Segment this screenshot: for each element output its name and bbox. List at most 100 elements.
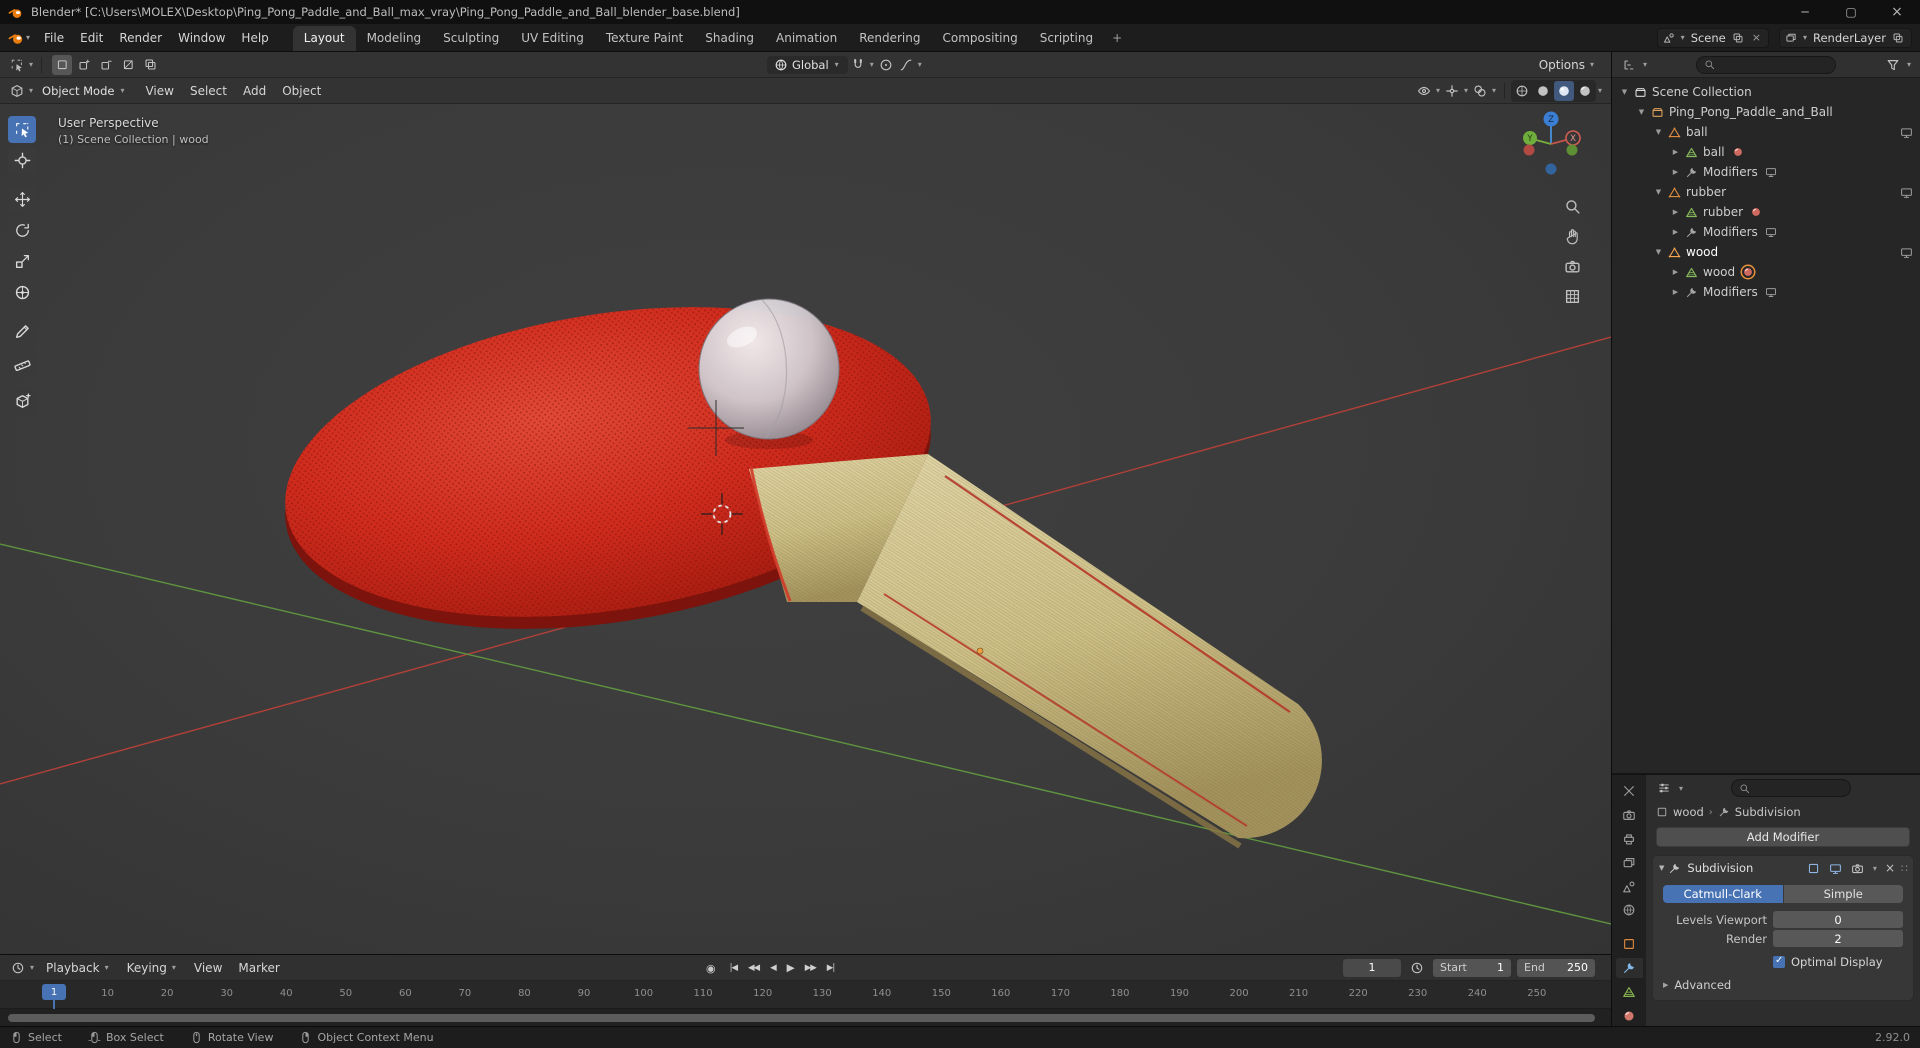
outliner-row-ball[interactable]: ▶ ball <box>1612 142 1920 162</box>
modifier-field-levels-viewport[interactable]: 0 <box>1773 911 1903 928</box>
maximize-button[interactable]: ▢ <box>1828 0 1874 24</box>
unlink-scene-button[interactable]: × <box>1750 31 1763 44</box>
add-workspace-button[interactable]: + <box>1104 26 1130 51</box>
viewport-menu-object[interactable]: Object <box>274 82 329 100</box>
tab-shading[interactable]: Shading <box>694 26 765 51</box>
render-display-toggle[interactable] <box>1849 858 1867 878</box>
outliner-row-ping-pong-paddle-and-ball[interactable]: ▼ Ping_Pong_Paddle_and_Ball <box>1612 102 1920 122</box>
monitor-icon[interactable] <box>1900 126 1913 139</box>
realtime-display-toggle[interactable] <box>1827 858 1845 878</box>
close-button[interactable]: × <box>1874 0 1920 24</box>
modifier-close-button[interactable]: × <box>1883 861 1897 875</box>
expand-arrow-icon[interactable]: ▶ <box>1669 208 1682 216</box>
editor-type-button[interactable] <box>7 81 27 101</box>
tool-cursor[interactable] <box>8 147 36 174</box>
shading-solid[interactable] <box>1533 81 1553 101</box>
outliner-row-wood[interactable]: ▶ wood <box>1612 262 1920 282</box>
shading-material[interactable] <box>1553 80 1574 101</box>
new-scene-button[interactable] <box>1730 32 1746 44</box>
tool-annotate[interactable] <box>8 318 36 345</box>
minimize-button[interactable]: ─ <box>1782 0 1828 24</box>
select-mode-extend[interactable] <box>74 55 94 75</box>
collapse-arrow-icon[interactable]: ▼ <box>1652 128 1665 136</box>
properties-tab-world[interactable] <box>1616 900 1643 921</box>
expand-arrow-icon[interactable]: ▶ <box>1669 168 1682 176</box>
add-modifier-button[interactable]: Add Modifier <box>1656 827 1910 847</box>
optimal-display-checkbox[interactable] <box>1773 955 1785 968</box>
expand-arrow-icon[interactable]: ▶ <box>1669 228 1682 236</box>
outliner-search-input[interactable] <box>1696 55 1836 74</box>
start-frame-field[interactable]: Start 1 <box>1433 958 1511 977</box>
end-frame-field[interactable]: End 250 <box>1517 958 1595 977</box>
properties-tab-tool[interactable] <box>1616 781 1643 802</box>
active-tool-button[interactable] <box>7 55 27 75</box>
outliner-row-ball[interactable]: ▼ ball <box>1612 122 1920 142</box>
properties-tab-render[interactable] <box>1616 805 1643 826</box>
tool-transform[interactable] <box>8 279 36 306</box>
shading-rendered[interactable] <box>1575 81 1595 101</box>
properties-tab-material[interactable] <box>1616 1005 1643 1026</box>
timeline-menu-keying[interactable]: Keying ▾ <box>119 959 186 977</box>
simple-button[interactable]: Simple <box>1783 885 1903 903</box>
properties-search-input[interactable] <box>1731 779 1852 797</box>
monitor-small-icon[interactable] <box>1765 226 1777 238</box>
outliner-row-modifiers[interactable]: ▶ Modifiers <box>1612 222 1920 242</box>
play-button[interactable]: ▶ <box>783 959 798 977</box>
timeline-ruler[interactable]: 1 10 20 30 40 50 60 70 80 90 100 110 120 130 140 150 16… <box>0 981 1611 1009</box>
timeline-menu-view[interactable]: View <box>186 959 230 977</box>
modifier-header[interactable]: ▼ Subdivision ▾ × ∷ <box>1653 856 1913 880</box>
blender-menu-icon[interactable] <box>8 30 24 46</box>
playhead[interactable]: 1 <box>42 984 66 1000</box>
modifier-field-render[interactable]: 2 <box>1773 930 1903 947</box>
tab-compositing[interactable]: Compositing <box>931 26 1028 51</box>
play-reverse-button[interactable]: ◀ <box>766 960 780 976</box>
tool-scale[interactable] <box>8 248 36 275</box>
timeline-editor-button[interactable] <box>8 958 28 978</box>
outliner-row-modifiers[interactable]: ▶ Modifiers <box>1612 162 1920 182</box>
current-frame-field[interactable]: 1 <box>1343 958 1401 977</box>
gizmo-x-neg[interactable] <box>1523 144 1535 156</box>
properties-tab-object[interactable] <box>1616 934 1643 955</box>
select-mode-new[interactable] <box>52 54 73 75</box>
hand-icon[interactable] <box>1564 228 1581 245</box>
collapse-arrow-icon[interactable]: ▼ <box>1659 864 1664 872</box>
shading-dropdown[interactable]: ▾ <box>1598 86 1602 95</box>
proportional-edit-button[interactable] <box>876 55 896 75</box>
catmull-clark-button[interactable]: Catmull-Clark <box>1663 885 1783 903</box>
editmode-display-toggle[interactable] <box>1805 858 1823 878</box>
next-keyframe-button[interactable]: ▶▶ <box>801 960 820 976</box>
zoom-icon[interactable] <box>1564 198 1581 215</box>
grid-icon[interactable] <box>1564 288 1581 305</box>
properties-tab-modifiers[interactable] <box>1615 957 1643 979</box>
collapse-arrow-icon[interactable]: ▼ <box>1618 88 1631 96</box>
properties-tab-view-layer[interactable] <box>1616 852 1643 873</box>
show-overlays-button[interactable] <box>1470 81 1490 101</box>
monitor-icon[interactable] <box>1900 246 1913 259</box>
outliner-row-rubber[interactable]: ▶ rubber <box>1612 202 1920 222</box>
select-mode-intersect[interactable] <box>140 55 160 75</box>
outliner-row-wood[interactable]: ▼ wood <box>1612 242 1920 262</box>
outliner-row-rubber[interactable]: ▼ rubber <box>1612 182 1920 202</box>
tab-uv-editing[interactable]: UV Editing <box>510 26 595 51</box>
drag-handle-icon[interactable]: ∷ <box>1901 862 1908 875</box>
ball[interactable] <box>698 298 840 440</box>
monitor-small-icon[interactable] <box>1765 286 1777 298</box>
visibility-dropdown[interactable] <box>1414 81 1434 101</box>
collapse-arrow-icon[interactable]: ▼ <box>1652 188 1665 196</box>
collapse-arrow-icon[interactable]: ▼ <box>1635 108 1648 116</box>
jump-end-button[interactable]: ▶| <box>823 960 838 976</box>
select-mode-invert[interactable] <box>118 55 138 75</box>
properties-editor-button[interactable] <box>1654 778 1674 798</box>
breadcrumb-modifier[interactable]: Subdivision <box>1735 805 1801 819</box>
menu-window[interactable]: Window <box>170 29 233 47</box>
viewport-menu-select[interactable]: Select <box>182 82 235 100</box>
jump-start-button[interactable]: |◀ <box>726 960 741 976</box>
show-gizmos-button[interactable] <box>1442 81 1462 101</box>
advanced-section[interactable]: ▶ Advanced <box>1663 978 1903 992</box>
tool-rotate[interactable] <box>8 217 36 244</box>
tool-measure[interactable] <box>8 349 36 376</box>
monitor-icon[interactable] <box>1900 186 1913 199</box>
camera-icon[interactable] <box>1564 258 1581 275</box>
modifier-name-field[interactable]: Subdivision <box>1687 861 1753 875</box>
tab-rendering[interactable]: Rendering <box>848 26 931 51</box>
